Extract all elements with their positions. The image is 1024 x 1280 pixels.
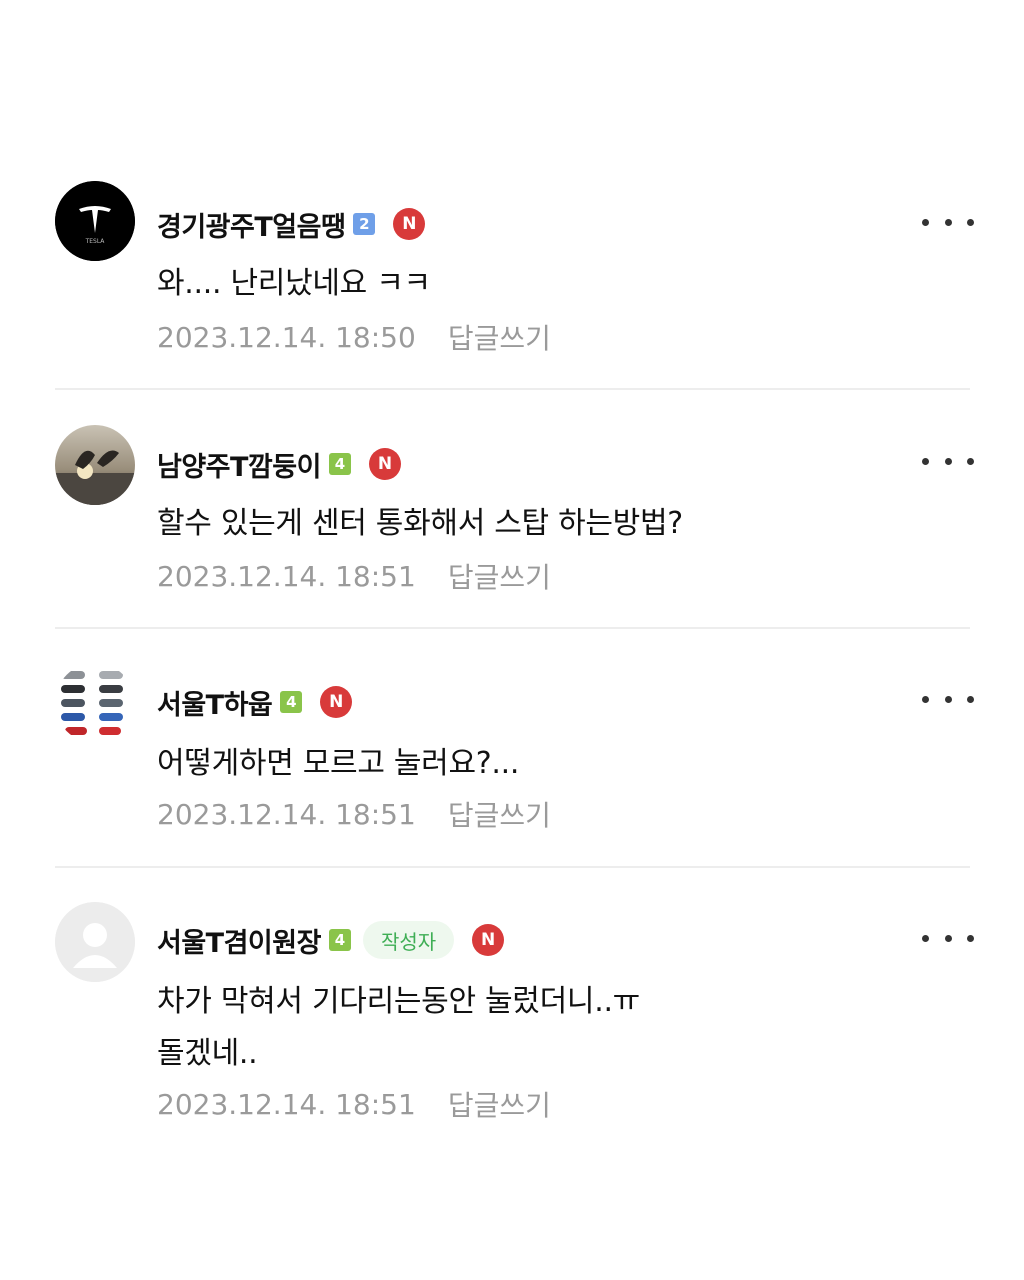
- new-badge: N: [472, 924, 505, 956]
- author-row: 경기광주T얼음땡 2 N: [157, 204, 426, 244]
- more-dot-icon: [922, 934, 929, 942]
- more-options-button[interactable]: [922, 207, 974, 237]
- reply-button[interactable]: 답글쓰기: [448, 1084, 551, 1124]
- comment-meta: 2023.12.14. 18:50 답글쓰기: [157, 317, 551, 357]
- comment-text: 차가 막혀서 기다리는동안 눌렀더니..ㅠ 돌겠네..: [157, 984, 640, 1071]
- divider: [55, 866, 970, 868]
- new-badge: N: [368, 448, 401, 480]
- author-row: 서울T겸이원장 4 작성자 N: [157, 920, 505, 960]
- reply-button[interactable]: 답글쓰기: [448, 556, 551, 596]
- more-dot-icon: [967, 457, 974, 465]
- more-dot-icon: [922, 457, 929, 465]
- car-lineup-icon: [61, 671, 123, 735]
- level-badge: 4: [328, 453, 351, 475]
- tesla-logo-icon: TESLA: [55, 181, 135, 261]
- comment-meta: 2023.12.14. 18:51 답글쓰기: [157, 1084, 551, 1124]
- new-badge: N: [320, 686, 353, 718]
- more-dot-icon: [922, 695, 929, 703]
- more-options-button[interactable]: [922, 446, 974, 476]
- author-name[interactable]: 남양주T깜둥이: [157, 445, 321, 484]
- comment-date: 2023.12.14. 18:50: [157, 320, 416, 354]
- comment-meta: 2023.12.14. 18:51 답글쓰기: [157, 556, 551, 596]
- reply-button[interactable]: 답글쓰기: [448, 317, 551, 357]
- author-name[interactable]: 서울T하웁: [157, 683, 273, 722]
- author-name[interactable]: 서울T겸이원장: [157, 921, 321, 960]
- reply-button[interactable]: 답글쓰기: [448, 794, 551, 834]
- more-dot-icon: [922, 218, 929, 226]
- comment-date: 2023.12.14. 18:51: [157, 559, 416, 593]
- avatar[interactable]: [55, 425, 135, 505]
- more-dot-icon: [944, 695, 952, 703]
- avatar[interactable]: [55, 663, 135, 743]
- author-row: 서울T하웁 4 N: [157, 682, 353, 722]
- divider: [55, 627, 970, 629]
- divider: [55, 388, 970, 390]
- sunset-photo-icon: [55, 425, 135, 505]
- more-dot-icon: [967, 934, 974, 942]
- more-options-button[interactable]: [922, 684, 974, 714]
- level-badge: 4: [280, 691, 303, 713]
- author-name[interactable]: 경기광주T얼음땡: [157, 205, 346, 244]
- level-badge: 2: [353, 213, 376, 235]
- comment-meta: 2023.12.14. 18:51 답글쓰기: [157, 794, 551, 834]
- comment-text: 와.... 난리났네요 ㅋㅋ: [157, 266, 431, 301]
- more-dot-icon: [944, 457, 952, 465]
- comment-date: 2023.12.14. 18:51: [157, 797, 416, 831]
- avatar-label: TESLA: [85, 238, 106, 245]
- avatar[interactable]: [55, 902, 135, 982]
- default-user-icon: [55, 902, 135, 982]
- new-badge: N: [393, 208, 426, 240]
- more-options-button[interactable]: [922, 923, 974, 953]
- author-row: 남양주T깜둥이 4 N: [157, 444, 401, 484]
- writer-badge: 작성자: [362, 921, 455, 959]
- level-badge: 4: [328, 929, 351, 951]
- comment-text: 어떻게하면 모르고 눌러요?...: [157, 746, 520, 781]
- comment-date: 2023.12.14. 18:51: [157, 1087, 416, 1121]
- avatar[interactable]: TESLA: [55, 181, 135, 261]
- more-dot-icon: [944, 218, 952, 226]
- more-dot-icon: [944, 934, 952, 942]
- comment-text: 할수 있는게 센터 통화해서 스탑 하는방법?: [157, 506, 683, 541]
- more-dot-icon: [967, 695, 974, 703]
- more-dot-icon: [967, 218, 974, 226]
